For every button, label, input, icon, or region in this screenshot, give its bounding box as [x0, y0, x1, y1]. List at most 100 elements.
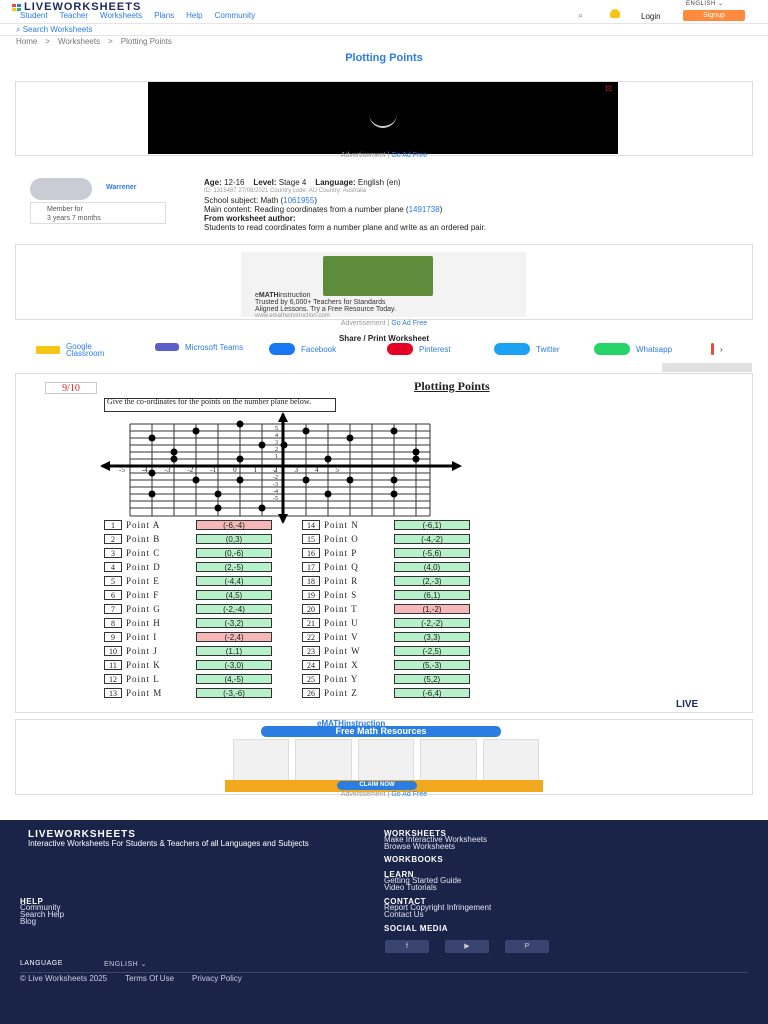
- privacy-link[interactable]: Privacy Policy: [192, 974, 242, 983]
- answer-input[interactable]: (-3,-6): [196, 688, 272, 698]
- copyright: © Live Worksheets 2025: [20, 974, 108, 983]
- footer-link[interactable]: Contact Us: [384, 911, 491, 919]
- answer-input[interactable]: (-6,-4): [196, 520, 272, 530]
- search-bar-icon: ⌕: [16, 25, 23, 34]
- footer-language-select[interactable]: ENGLISH ⌄: [104, 960, 147, 968]
- answer-row: 12 Point L (4,-5): [104, 672, 272, 686]
- author-name[interactable]: Warrener: [106, 184, 136, 191]
- search-bar[interactable]: ⌕ Search Worksheets: [0, 24, 768, 36]
- answer-input[interactable]: (3,3): [394, 632, 470, 642]
- answer-input[interactable]: (-4,-2): [394, 534, 470, 544]
- breadcrumb-home[interactable]: Home: [16, 37, 37, 46]
- search-input[interactable]: Search Worksheets: [23, 25, 93, 34]
- signup-button[interactable]: Signup: [683, 10, 745, 21]
- youtube-icon[interactable]: ▶: [445, 940, 489, 953]
- facebook-icon[interactable]: f: [385, 940, 429, 953]
- ematheinstruction-ad[interactable]: eMATHinstruction Trusted by 6,000+ Teach…: [241, 252, 526, 320]
- share-label: Facebook: [301, 344, 337, 354]
- answer-input[interactable]: (4,5): [196, 590, 272, 600]
- nav-plans[interactable]: Plans: [154, 11, 174, 20]
- nav-student[interactable]: Student: [20, 11, 48, 20]
- answer-number: 16: [302, 548, 320, 558]
- login-link[interactable]: Login: [641, 12, 661, 21]
- answer-input[interactable]: (1,1): [196, 646, 272, 656]
- claim-now-button[interactable]: CLAIM NOW: [337, 781, 417, 790]
- breadcrumb-separator: >: [45, 37, 51, 46]
- content-link[interactable]: 1491738: [409, 205, 440, 214]
- answer-input[interactable]: (-4,4): [196, 576, 272, 586]
- x-tick: -4: [141, 466, 148, 474]
- answer-input[interactable]: (5,-3): [394, 660, 470, 670]
- y-tick: -1: [273, 468, 278, 474]
- ad-close-icon[interactable]: ⊡: [605, 84, 612, 93]
- footer-link[interactable]: Video Tutorials: [384, 884, 461, 892]
- answer-input[interactable]: (-3,2): [196, 618, 272, 628]
- page-title: Plotting Points: [345, 52, 423, 64]
- ad-brand-math: MATH: [258, 292, 279, 299]
- answer-input[interactable]: (-2,-4): [196, 604, 272, 614]
- free-math-resources-ad[interactable]: eMATHinstruction Free Math Resources CLA…: [225, 719, 543, 792]
- go-ad-free-link[interactable]: Go Ad Free: [391, 152, 427, 159]
- member-line-1: Member for: [47, 206, 83, 213]
- answer-number: 14: [302, 520, 320, 530]
- language-selector[interactable]: ENGLISH ⌄: [686, 0, 724, 7]
- terms-link[interactable]: Terms Of Use: [125, 974, 174, 983]
- avatar[interactable]: [30, 178, 92, 200]
- share-label: Pinterest: [419, 344, 451, 354]
- share-google-classroom[interactable]: Google Classroom: [36, 343, 126, 358]
- nav-help[interactable]: Help: [186, 11, 202, 20]
- breadcrumb-worksheets[interactable]: Worksheets: [58, 37, 100, 46]
- answer-row: 15 Point O (-4,-2): [302, 532, 470, 546]
- answer-input[interactable]: (4,-5): [196, 674, 272, 684]
- footer-workbooks-heading[interactable]: WORKBOOKS: [384, 855, 443, 864]
- search-icon[interactable]: ⌕: [578, 10, 583, 21]
- answer-input[interactable]: (0,-6): [196, 548, 272, 558]
- share-twitter[interactable]: Twitter: [494, 343, 560, 355]
- share-facebook[interactable]: Facebook: [269, 343, 336, 355]
- answer-input[interactable]: (4,0): [394, 562, 470, 572]
- answer-label: Point A: [126, 520, 161, 530]
- pinterest-icon[interactable]: P: [505, 940, 549, 953]
- answer-input[interactable]: (5,2): [394, 674, 470, 684]
- answer-row: 24 Point X (5,-3): [302, 658, 470, 672]
- footer-link[interactable]: Browse Worksheets: [384, 843, 487, 851]
- subject-prefix: School subject: Math (: [204, 196, 284, 205]
- y-tick: 4: [275, 433, 278, 439]
- answer-input[interactable]: (2,-5): [196, 562, 272, 572]
- answer-input[interactable]: (-2,5): [394, 646, 470, 656]
- answer-input[interactable]: (-2,-2): [394, 618, 470, 628]
- share-whatsapp[interactable]: Whatsapp: [594, 343, 672, 355]
- answer-input[interactable]: (-5,6): [394, 548, 470, 558]
- language-label: Language:: [315, 178, 356, 187]
- answer-label: Point W: [324, 646, 361, 656]
- zoom-controls[interactable]: [662, 363, 752, 372]
- y-tick: 1: [275, 454, 278, 460]
- share-pinterest[interactable]: Pinterest: [387, 343, 451, 355]
- answer-label: Point I: [126, 632, 158, 642]
- nav-worksheets[interactable]: Worksheets: [100, 11, 142, 20]
- ad-url[interactable]: www.ematheinstruction.com: [255, 313, 396, 320]
- answer-input[interactable]: (-6,1): [394, 520, 470, 530]
- subject-link[interactable]: 1061955: [283, 196, 314, 205]
- share-more[interactable]: ›: [711, 343, 723, 355]
- answer-row: 1 Point A (-6,-4): [104, 518, 272, 532]
- answer-input[interactable]: (1,-2): [394, 604, 470, 614]
- go-ad-free-link[interactable]: Go Ad Free: [391, 791, 427, 798]
- worksheet-title: Plotting Points: [414, 379, 490, 393]
- answer-label: Point L: [126, 674, 160, 684]
- answer-input[interactable]: (0,3): [196, 534, 272, 544]
- answer-input[interactable]: (2,-3): [394, 576, 470, 586]
- footer-link[interactable]: Blog: [20, 918, 64, 926]
- share-microsoft-teams[interactable]: Microsoft Teams: [155, 343, 245, 351]
- video-ad[interactable]: ⊡: [148, 82, 618, 154]
- go-ad-free-link[interactable]: Go Ad Free: [391, 320, 427, 327]
- nav-teacher[interactable]: Teacher: [60, 11, 88, 20]
- answer-input[interactable]: (6,1): [394, 590, 470, 600]
- answer-input[interactable]: (-3,0): [196, 660, 272, 670]
- answer-input[interactable]: (-2,4): [196, 632, 272, 642]
- answer-input[interactable]: (-6,4): [394, 688, 470, 698]
- nav-community[interactable]: Community: [215, 11, 255, 20]
- age-label: Age:: [204, 178, 222, 187]
- bell-icon[interactable]: [610, 9, 620, 18]
- answer-number: 10: [104, 646, 122, 656]
